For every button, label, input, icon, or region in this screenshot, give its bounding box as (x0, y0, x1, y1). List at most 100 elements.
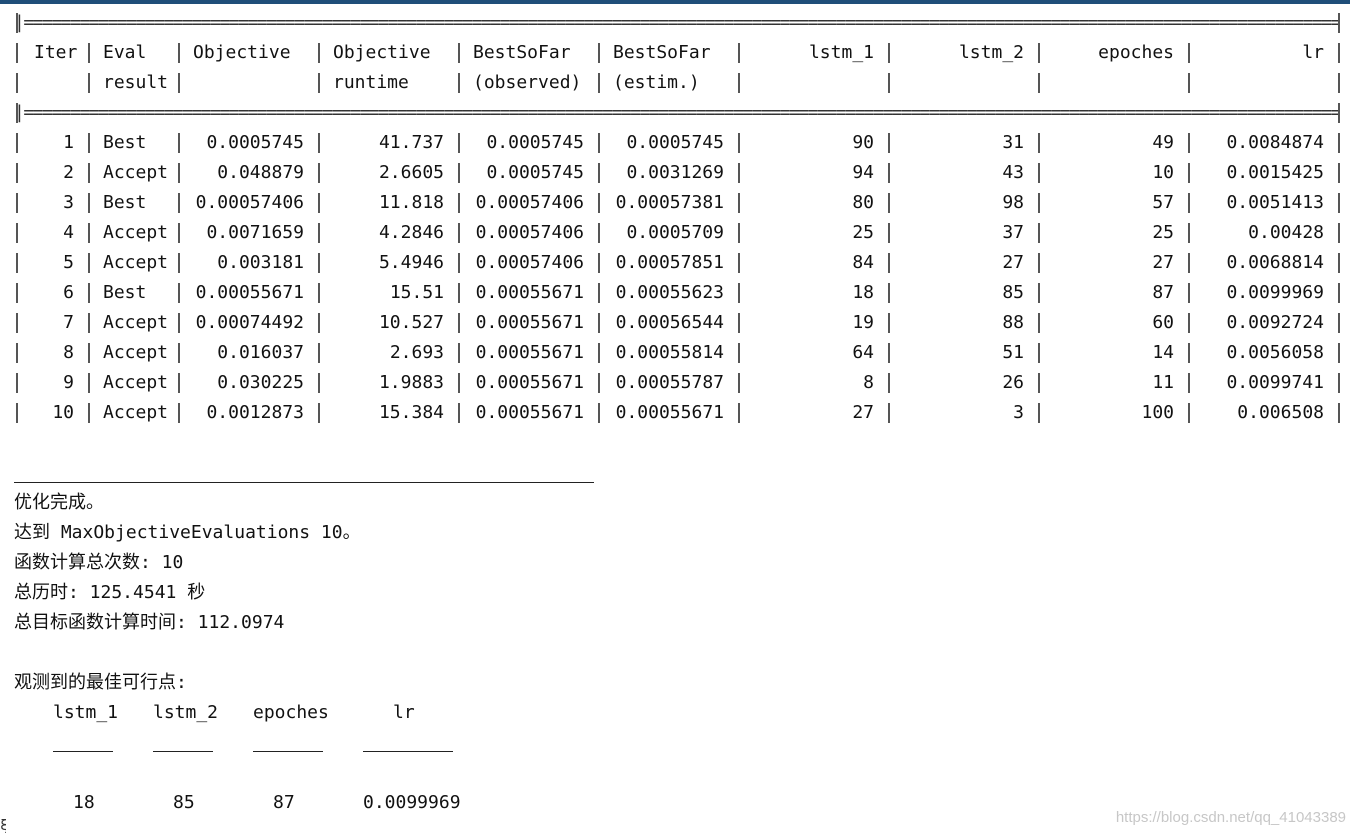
column-separator (1038, 373, 1040, 393)
table-cell-objective-runtime: 10.527 (378, 312, 444, 333)
column-separator (16, 313, 18, 333)
column-separator (178, 223, 180, 243)
table-cell-lr: 0.00428 (1248, 222, 1324, 243)
table-cell-objective-runtime: 15.51 (389, 282, 444, 303)
column-header-iter: Iter (34, 42, 78, 63)
column-header-bestsofar-estim: BestSoFar (613, 42, 711, 63)
table-cell-objective-runtime: 1.9883 (378, 372, 444, 393)
table-cell-bestsofar-estim: 0.00055671 (615, 402, 724, 423)
column-separator (1338, 133, 1340, 153)
column-separator (178, 43, 180, 63)
column-separator (318, 163, 320, 183)
table-cell-iter: 7 (63, 312, 74, 333)
column-separator (1338, 373, 1340, 393)
table-cell-lstm-1: 18 (852, 282, 874, 303)
column-separator (318, 193, 320, 213)
total-elapsed-time: 总历时: 125.4541 秒 (14, 582, 206, 603)
table-cell-objective-runtime: 2.693 (389, 342, 444, 363)
column-separator (458, 373, 460, 393)
table-cell-objective: 0.016037 (217, 342, 304, 363)
table-cell-lr: 0.0051413 (1226, 192, 1324, 213)
column-separator (598, 163, 600, 183)
table-cell-lstm-2: 27 (1002, 252, 1024, 273)
table-rule-edge (16, 13, 18, 33)
table-cell-lstm-2: 98 (1002, 192, 1024, 213)
table-cell-iter: 10 (52, 402, 74, 423)
column-separator (458, 253, 460, 273)
column-separator (738, 283, 740, 303)
column-separator (318, 253, 320, 273)
table-cell-eval-result: Accept (103, 252, 169, 273)
table-cell-lstm-1: 8 (863, 372, 874, 393)
best-header-lr: lr (393, 702, 415, 723)
table-cell-bestsofar-estim: 0.0031269 (626, 162, 724, 183)
column-separator (598, 343, 600, 363)
table-cell-epoches: 57 (1152, 192, 1174, 213)
column-separator (1338, 43, 1340, 63)
table-cell-lstm-1: 25 (852, 222, 874, 243)
table-cell-lstm-1: 84 (852, 252, 874, 273)
table-cell-bestsofar-estim: 0.00055814 (615, 342, 724, 363)
column-separator (738, 403, 740, 423)
column-header-objective: Objective (193, 42, 291, 63)
table-cell-eval-result: Best (103, 192, 147, 213)
column-separator (1038, 343, 1040, 363)
column-separator (458, 283, 460, 303)
column-separator (458, 43, 460, 63)
column-separator (458, 343, 460, 363)
column-separator (1188, 403, 1190, 423)
column-separator (178, 403, 180, 423)
column-separator (16, 163, 18, 183)
table-cell-eval-result: Accept (103, 162, 169, 183)
column-separator (738, 253, 740, 273)
table-cell-lstm-2: 51 (1002, 342, 1024, 363)
column-separator (458, 223, 460, 243)
column-separator (1038, 43, 1040, 63)
table-cell-bestsofar-observed: 0.0005745 (486, 162, 584, 183)
table-cell-objective: 0.030225 (217, 372, 304, 393)
column-separator (1188, 223, 1190, 243)
column-separator (598, 253, 600, 273)
best-header-lstm-2: lstm_2 (153, 702, 219, 723)
table-cell-lstm-2: 3 (1013, 402, 1024, 423)
column-separator (178, 193, 180, 213)
column-separator (1188, 313, 1190, 333)
table-cell-epoches: 27 (1152, 252, 1174, 273)
column-separator (318, 43, 320, 63)
column-separator (16, 373, 18, 393)
table-cell-lr: 0.006508 (1237, 402, 1324, 423)
table-cell-epoches: 49 (1152, 132, 1174, 153)
column-separator (16, 403, 18, 423)
column-separator (178, 163, 180, 183)
column-separator (1038, 403, 1040, 423)
table-cell-objective: 0.00074492 (195, 312, 304, 333)
table-cell-objective: 0.0012873 (206, 402, 304, 423)
column-separator (16, 283, 18, 303)
column-separator (738, 223, 740, 243)
column-separator (1188, 163, 1190, 183)
column-separator (1038, 163, 1040, 183)
column-separator (458, 193, 460, 213)
best-header-epoches: epoches (253, 702, 329, 723)
column-separator (88, 133, 90, 153)
table-cell-objective: 0.003181 (217, 252, 304, 273)
completion-message: 优化完成。 (14, 492, 104, 513)
table-cell-bestsofar-observed: 0.00055671 (475, 372, 584, 393)
column-separator (1338, 253, 1340, 273)
column-separator (888, 313, 890, 333)
column-separator (88, 373, 90, 393)
column-separator (598, 193, 600, 213)
table-rule-edge (1338, 103, 1340, 123)
table-cell-epoches: 10 (1152, 162, 1174, 183)
table-cell-objective-runtime: 15.384 (378, 402, 444, 423)
column-separator (178, 313, 180, 333)
column-separator (1038, 73, 1040, 93)
column-separator (458, 133, 460, 153)
table-cell-bestsofar-estim: 0.0005745 (626, 132, 724, 153)
column-separator (88, 163, 90, 183)
table-cell-lstm-1: 90 (852, 132, 874, 153)
window-top-border (0, 0, 1350, 4)
column-separator (598, 133, 600, 153)
best-value-lstm-2: 85 (173, 792, 195, 813)
table-cell-objective-runtime: 41.737 (378, 132, 444, 153)
